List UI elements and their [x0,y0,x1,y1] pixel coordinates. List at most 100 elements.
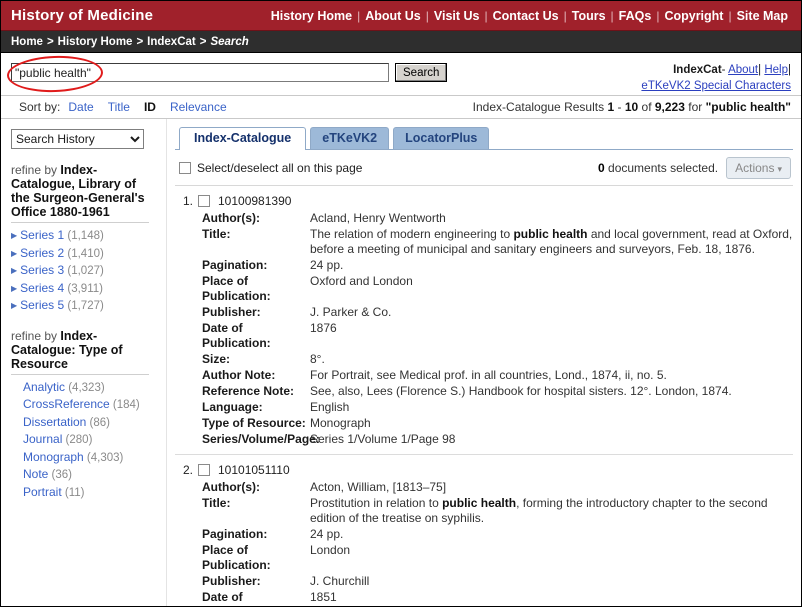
about-link[interactable]: About [728,64,758,76]
record-number: 2. [182,463,193,477]
record-field: Pagination: 24 pp. [175,258,793,273]
chevron-right-icon: ▶ [11,266,18,275]
tab-index-catalogue[interactable]: Index-Catalogue [179,127,307,150]
breadcrumb-item-history-home[interactable]: History Home [58,36,133,48]
search-history-select[interactable]: Search History [11,129,144,149]
range-end: 10 [624,100,639,114]
facet-item[interactable]: Note (36) [11,466,151,484]
nav-link-copyright[interactable]: Copyright [659,9,728,23]
tab-locatorplus[interactable]: LocatorPlus [393,127,490,149]
facet-link[interactable]: Journal [23,432,62,446]
field-label: Date of Publication: [202,321,271,350]
field-label: Reference Note: [202,384,295,398]
facet-link[interactable]: CrossReference [23,397,110,411]
facet-item[interactable]: ▶ Series 1 (1,148) [11,227,151,245]
help-link[interactable]: Help [764,64,788,76]
record-field: Title: Prostitution in relation to public… [175,496,793,526]
facet-link[interactable]: Note [23,467,48,481]
nav-link-about-us[interactable]: About Us [360,9,426,23]
search-button[interactable]: Search [395,63,448,82]
actions-button[interactable]: Actions ▾ [726,157,791,179]
record-number: 1. [182,194,193,208]
indexcat-links: IndexCat- About| Help| eTKeVK2 Special C… [641,62,791,94]
field-value: 8°. [310,352,325,366]
field-value: London [310,543,351,557]
field-value: Monograph [310,416,371,430]
result-record: 1. 10100981390 Author(s): Acland, Henry Wen… [175,186,793,455]
breadcrumb-separator: > [46,35,54,48]
sort-bar: Sort by: Date Title ID Relevance Index-Cata… [1,95,801,119]
breadcrumb-item-indexcat[interactable]: IndexCat [147,36,196,48]
sort-option-id[interactable]: ID [144,100,156,114]
sort-option-title[interactable]: Title [108,100,130,114]
select-all-checkbox[interactable] [179,162,191,174]
record-checkbox[interactable] [198,464,210,476]
field-value: Acland, Henry Wentworth [310,211,446,225]
facet-link[interactable]: Series 2 [20,246,64,260]
sort-option-date[interactable]: Date [68,100,93,114]
special-characters-link[interactable]: eTKeVK2 Special Characters [641,80,791,92]
facet-link[interactable]: Monograph [23,450,84,464]
breadcrumb-separator: > [199,35,207,48]
facet-title: refine by Index-Catalogue: Type of Resou… [11,329,151,371]
facet-link[interactable]: Series 4 [20,281,64,295]
facet-link[interactable]: Portrait [23,485,62,499]
record-field: Title: The relation of modern engineering… [175,227,793,257]
primary-nav: History Home | About Us | Visit Us | Contact U… [266,9,793,23]
field-value: J. Parker & Co. [310,305,392,319]
facet-count: (86) [86,416,111,429]
facet-link[interactable]: Analytic [23,380,65,394]
facet-item[interactable]: CrossReference (184) [11,396,151,414]
link-separator-1: | [758,64,762,76]
actions-label: Actions [735,161,775,175]
facet-item[interactable]: Portrait (11) [11,484,151,502]
facet-item[interactable]: Dissertation (86) [11,414,151,432]
field-label: Publisher: [202,305,261,319]
record-field: Type of Resource: Monograph [175,416,793,431]
field-label: Author(s): [202,211,260,225]
nav-link-history-home[interactable]: History Home [266,9,357,23]
nav-link-tours[interactable]: Tours [567,9,611,23]
facet-item[interactable]: ▶ Series 5 (1,727) [11,297,151,315]
facet-item[interactable]: Analytic (4,323) [11,379,151,397]
field-label: Type of Resource: [202,416,306,430]
facet-link[interactable]: Series 1 [20,228,64,242]
facet-list: refine by Index-Catalogue, Library of th… [11,163,166,501]
select-all-row: Select/deselect all on this page 0 docum… [175,150,793,186]
facet-item[interactable]: Journal (280) [11,431,151,449]
facet-item[interactable]: ▶ Series 3 (1,027) [11,262,151,280]
tab-etkevk2[interactable]: eTKeVK2 [310,127,390,149]
facet-link[interactable]: Dissertation [23,415,86,429]
facet-item[interactable]: ▶ Series 4 (3,911) [11,280,151,298]
selected-suffix: documents selected. [604,161,719,175]
breadcrumb-separator: > [136,35,144,48]
search-input[interactable] [11,63,389,82]
record-field: Publisher: J. Parker & Co. [175,305,793,320]
facet-item[interactable]: ▶ Series 2 (1,410) [11,245,151,263]
record-checkbox[interactable] [198,195,210,207]
nav-link-contact-us[interactable]: Contact Us [488,9,564,23]
indexcat-label: IndexCat [673,64,722,76]
nav-link-faqs[interactable]: FAQs [614,9,657,23]
field-value: See, also, Lees (Florence S.) Handbook f… [310,384,732,398]
site-title: History of Medicine [11,7,154,24]
sort-option-relevance[interactable]: Relevance [170,100,227,114]
facet-item[interactable]: Monograph (4,303) [11,449,151,467]
facet-count: (4,323) [65,381,105,394]
facet-link[interactable]: Series 3 [20,263,64,277]
record-field: Date of Publication: 1851 [175,590,793,606]
record-field: Date of Publication: 1876 [175,321,793,351]
facet-link[interactable]: Series 5 [20,298,64,312]
range-dash: - [617,100,622,114]
facet-count: (184) [109,399,140,411]
facet-title: refine by Index-Catalogue, Library of th… [11,163,151,219]
field-value: Series 1/Volume 1/Page 98 [310,432,456,446]
nav-link-visit-us[interactable]: Visit Us [429,9,485,23]
breadcrumb-current: Search [210,35,249,48]
facet-count: (36) [48,469,73,481]
link-separator-2: | [788,64,791,76]
nav-link-site-map[interactable]: Site Map [732,9,793,23]
breadcrumb-item-home[interactable]: Home [11,36,43,48]
search-term-highlight: public health [442,496,517,510]
breadcrumb: Home > History Home > IndexCat > Search [1,31,801,53]
